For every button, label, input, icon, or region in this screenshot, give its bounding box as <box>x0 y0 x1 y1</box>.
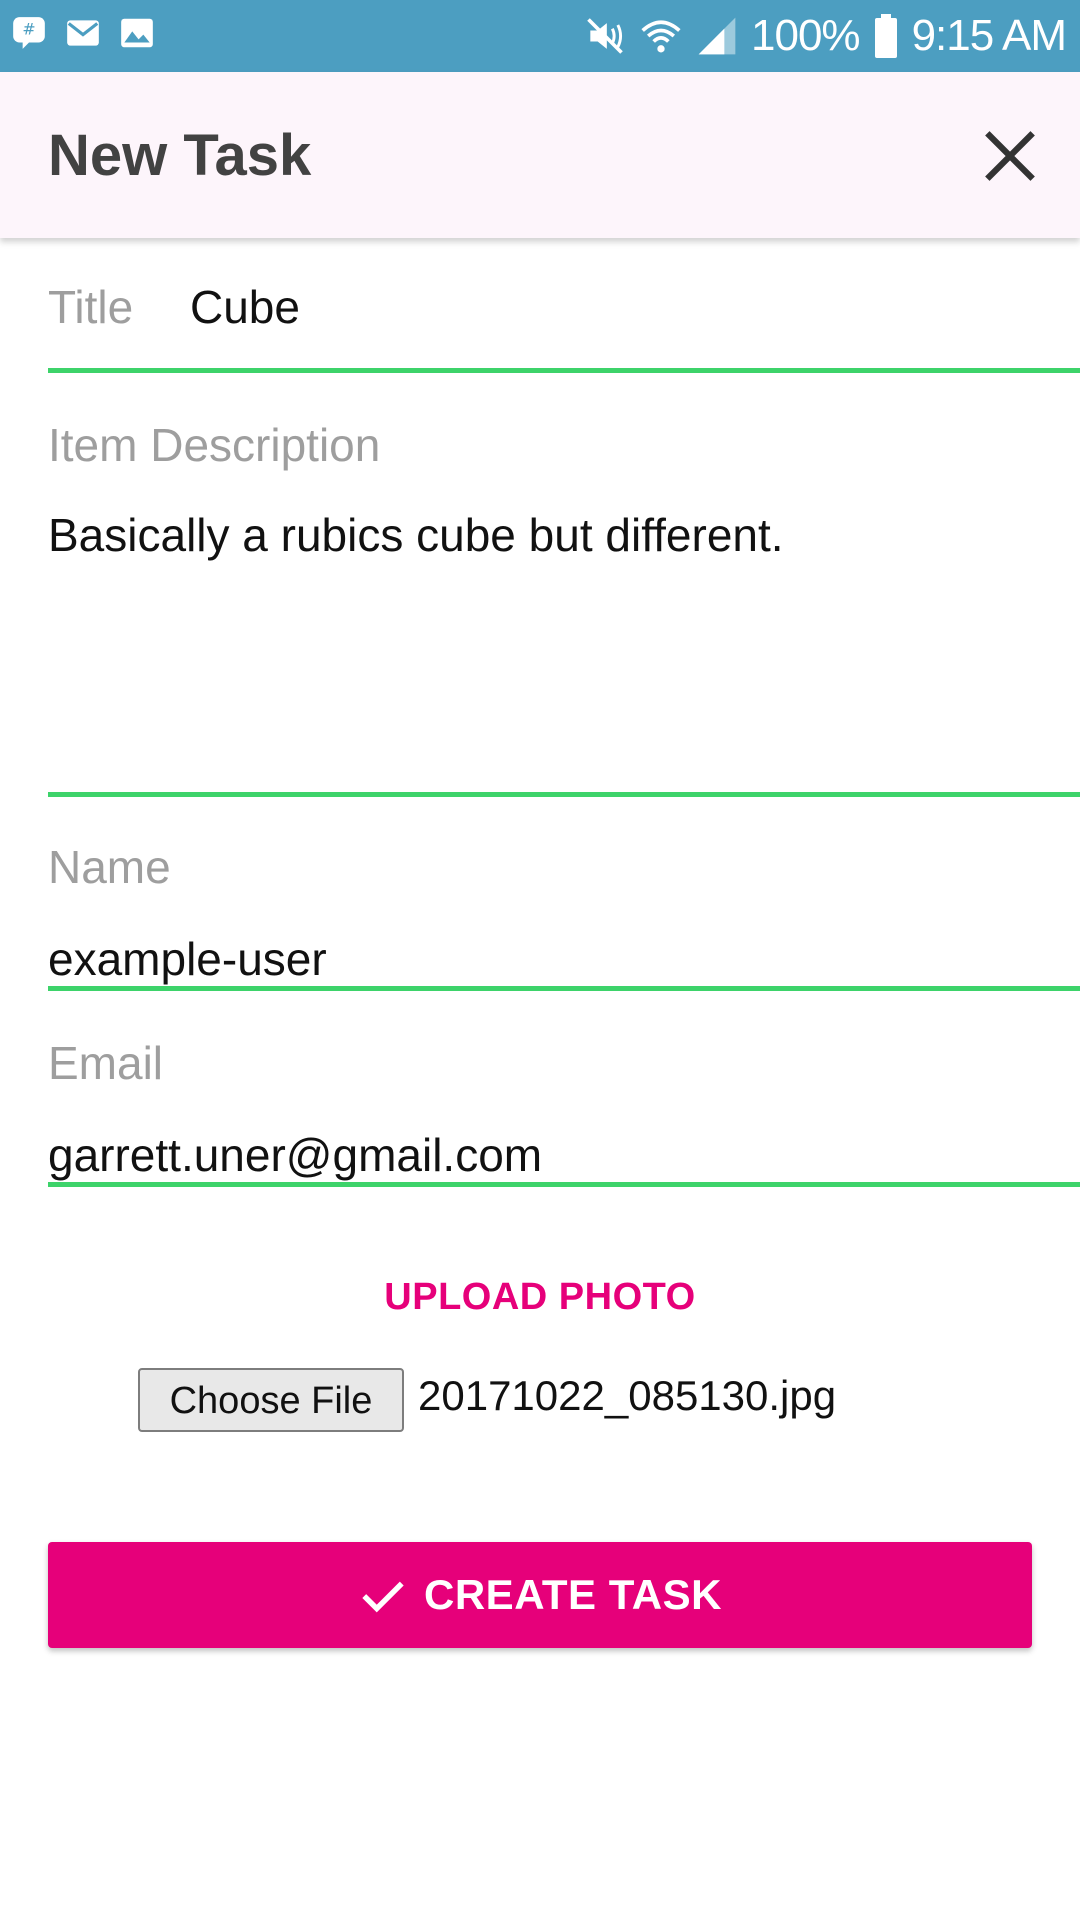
name-underline <box>48 986 1080 991</box>
email-label: Email <box>48 1037 164 1089</box>
name-value: example-user <box>48 933 327 985</box>
notification-icons: # <box>10 14 156 58</box>
email-input[interactable]: garrett.uner@gmail.com <box>48 1116 1080 1182</box>
wifi-icon <box>641 20 681 53</box>
check-icon <box>362 1581 404 1613</box>
groupme-icon: # <box>13 17 45 49</box>
image-icon <box>121 18 153 48</box>
battery-percent: 100% <box>751 11 861 60</box>
description-value: Basically a rubics cube but different. <box>48 509 784 561</box>
title-input-value: Cube <box>190 281 300 333</box>
selected-file-name: 20171022_085130.jpg <box>418 1372 837 1419</box>
status-bar: # 100% 9:15 AM <box>0 0 1080 72</box>
mail-icon <box>67 20 99 46</box>
choose-file-button[interactable]: Choose File <box>138 1368 404 1432</box>
upload-photo-button[interactable]: UPLOAD PHOTO <box>0 1276 1080 1319</box>
battery-icon <box>874 14 897 58</box>
title-field[interactable]: Title Cube <box>48 258 1080 374</box>
mute-icon <box>587 18 623 54</box>
signal-icon <box>698 17 736 55</box>
create-task-label: CREATE TASK <box>424 1571 722 1618</box>
name-input[interactable]: example-user <box>48 920 1080 986</box>
close-icon[interactable] <box>976 122 1044 190</box>
title-label: Title <box>48 281 134 333</box>
email-underline <box>48 1182 1080 1187</box>
description-textarea[interactable]: Basically a rubics cube but different. <box>48 496 1080 788</box>
page-title: New Task <box>48 123 312 188</box>
description-underline <box>48 792 1080 797</box>
system-status: 100% 9:15 AM <box>583 8 1067 64</box>
svg-text:#: # <box>22 20 35 39</box>
name-label: Name <box>48 841 171 893</box>
clock: 9:15 AM <box>911 11 1067 60</box>
create-task-button[interactable]: CREATE TASK <box>48 1542 1032 1648</box>
app-bar: New Task <box>0 72 1080 238</box>
email-value: garrett.uner@gmail.com <box>48 1129 543 1181</box>
title-underline <box>48 368 1080 373</box>
description-label: Item Description <box>48 419 381 471</box>
